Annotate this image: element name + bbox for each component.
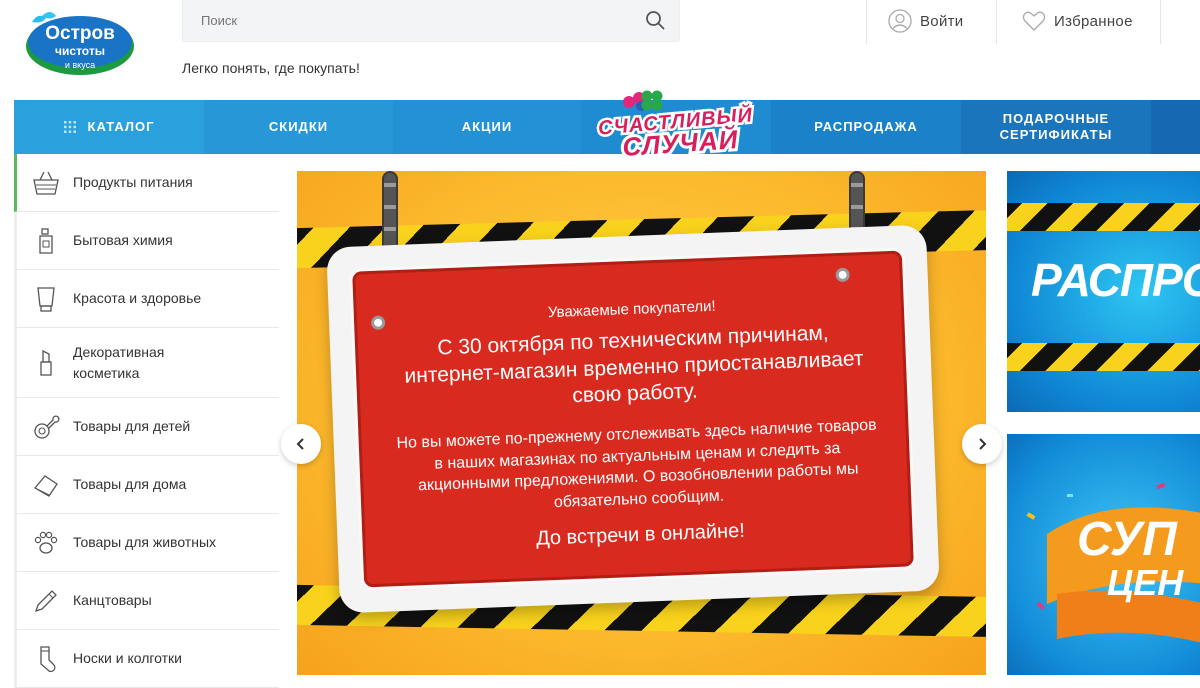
notice-sign: Уважаемые покупатели! С 30 октября по те…: [326, 224, 940, 614]
lipstick-icon: [31, 348, 61, 378]
header-divider: [866, 0, 867, 44]
sidebar-item-label: Бытовая химия: [73, 232, 173, 248]
nav-more[interactable]: [1151, 100, 1200, 154]
pacifier-icon: [31, 412, 61, 442]
main-banner[interactable]: Уважаемые покупатели! С 30 октября по те…: [297, 171, 986, 675]
sidebar-item-stationery[interactable]: Канцтовары: [14, 572, 279, 630]
super-prices-line1: СУП: [1077, 513, 1177, 566]
sidebar-item-label: Продукты питания: [73, 174, 193, 190]
warning-tape: [1007, 203, 1200, 231]
nav-lucky-chance[interactable]: Счастливый Счастливый случай случай: [581, 90, 771, 158]
sidebar-item-label: Красота и здоровье: [73, 290, 202, 306]
notice-main: С 30 октября по техническим причинам, ин…: [404, 321, 864, 408]
notice-sub: Но вы можете по-прежнему отслеживать зде…: [396, 416, 877, 511]
nav-promos-label: Акции: [461, 118, 513, 134]
chevron-left-icon: [296, 438, 304, 450]
sidebar-item-socks[interactable]: Носки и колготки: [14, 630, 279, 688]
nav-sale[interactable]: Распродажа: [771, 100, 961, 154]
header-divider: [996, 0, 997, 44]
login-button[interactable]: Войти: [888, 0, 963, 42]
search-box: [182, 0, 680, 42]
bottle-icon: [31, 226, 61, 256]
sidebar-item-food[interactable]: Продукты питания: [14, 154, 279, 212]
site-logo[interactable]: Остров чистоты и вкуса: [24, 8, 136, 78]
search-icon[interactable]: [645, 10, 665, 30]
nav-catalog-label: Каталог: [87, 118, 155, 134]
sidebar-item-cosmetics[interactable]: Декоративная косметика: [14, 328, 279, 398]
super-prices-banner[interactable]: СУП ЦЕН: [1007, 434, 1200, 675]
tube-icon: [31, 284, 61, 314]
cleaning-icon: [31, 470, 61, 500]
tagline: Легко понять, где покупать!: [182, 60, 360, 76]
sale-promo-banner[interactable]: РАСПРОД: [1007, 171, 1200, 412]
header-divider: [1160, 0, 1161, 44]
category-sidebar: Продукты питания Бытовая химия Красота и…: [14, 154, 279, 688]
search-input[interactable]: [183, 0, 623, 40]
sidebar-item-label: Канцтовары: [73, 592, 152, 608]
nav-catalog[interactable]: Каталог: [14, 100, 204, 154]
sidebar-item-label: Декоративная косметика: [73, 343, 165, 381]
nav-discounts-label: Скидки: [268, 118, 329, 134]
sale-promo-text: РАСПРОД: [1031, 254, 1200, 306]
nav-cert-line2: сертификаты: [999, 127, 1113, 142]
grid-icon: [63, 121, 76, 133]
login-label: Войти: [920, 12, 964, 30]
warning-tape: [1007, 343, 1200, 371]
main-nav: Каталог Скидки Акции Счастливый Счастлив…: [14, 90, 1200, 158]
paw-icon: [31, 528, 61, 558]
site-header: Остров чистоты и вкуса Легко понять, где…: [0, 0, 1200, 100]
pencil-icon: [31, 586, 61, 616]
favorites-button[interactable]: Избранное: [1022, 0, 1133, 42]
nav-cert-line1: Подарочные: [1002, 110, 1110, 126]
notice-closing: До встречи в онлайне!: [535, 520, 746, 551]
sidebar-item-beauty-health[interactable]: Красота и здоровье: [14, 270, 279, 328]
super-prices-line2: ЦЕН: [1107, 562, 1184, 603]
logo-line1: Остров: [45, 23, 115, 44]
nav-promos[interactable]: Акции: [393, 100, 581, 154]
sidebar-item-label: Носки и колготки: [73, 650, 183, 666]
sidebar-item-household-chemicals[interactable]: Бытовая химия: [14, 212, 279, 270]
basket-icon: [31, 168, 61, 198]
nav-discounts[interactable]: Скидки: [204, 100, 393, 154]
notice-text: Уважаемые покупатели! С 30 октября по те…: [354, 290, 919, 558]
heart-icon: [1022, 11, 1046, 31]
sidebar-item-label: Товары для животных: [73, 534, 217, 550]
sidebar-item-kids[interactable]: Товары для детей: [14, 398, 279, 456]
sidebar-item-home[interactable]: Товары для дома: [14, 456, 279, 514]
user-icon: [888, 9, 912, 33]
favorites-label: Избранное: [1054, 12, 1133, 30]
sock-icon: [31, 644, 61, 674]
sidebar-item-label: Товары для дома: [73, 476, 187, 492]
lucky-chance-logo: Счастливый Счастливый случай случай: [595, 90, 756, 158]
carousel-next-button[interactable]: [962, 424, 1002, 464]
carousel-prev-button[interactable]: [281, 424, 321, 464]
logo-line2: чистоты: [55, 44, 105, 58]
nav-gift-certificates[interactable]: Подарочные сертификаты: [961, 100, 1151, 154]
chevron-right-icon: [979, 438, 987, 450]
sidebar-item-label: Товары для детей: [73, 418, 191, 434]
sidebar-item-pets[interactable]: Товары для животных: [14, 514, 279, 572]
logo-line3: и вкуса: [65, 60, 95, 70]
nav-sale-label: Распродажа: [814, 118, 918, 134]
